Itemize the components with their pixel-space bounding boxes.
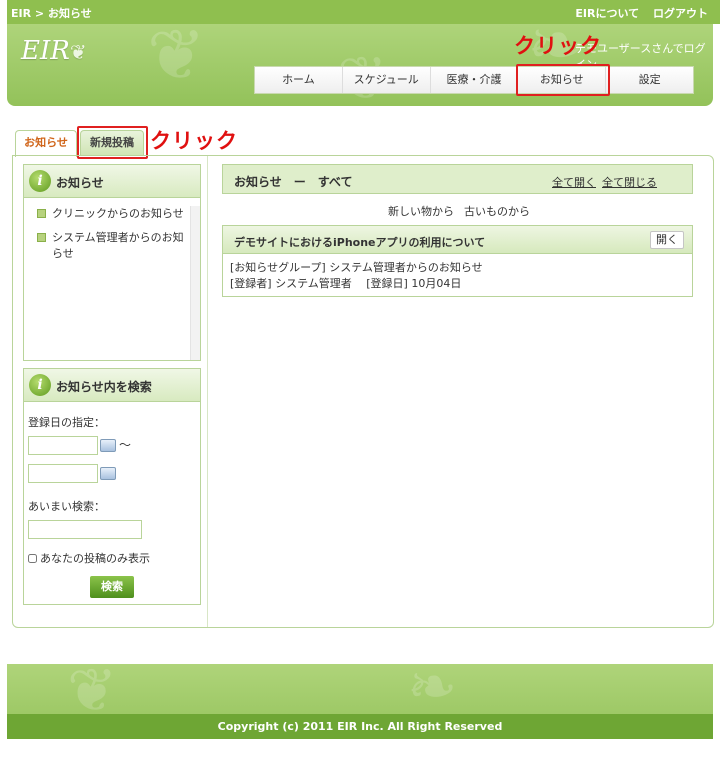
main-nav: ホーム スケジュール 医療・介護 お知らせ 設定 <box>254 66 694 94</box>
fuzzy-search-label: あいまい検索： <box>28 500 105 513</box>
box-title: お知らせ内を検索 <box>56 380 152 394</box>
date-from-row: 〜 <box>28 436 200 458</box>
nav-schedule[interactable]: スケジュール <box>342 67 431 93</box>
sidebar: i お知らせ クリニックからのお知らせ システム管理者からのお知らせ i お知ら… <box>13 156 208 627</box>
notice-body: [お知らせグループ] システム管理者からのお知らせ [登録者] システム管理者 … <box>223 254 692 292</box>
notice-meta: [登録者] システム管理者 [登録日] 10月04日 <box>230 277 462 290</box>
vine-decoration: ❦ <box>147 24 206 96</box>
collapse-all-link[interactable]: 全て閉じる <box>602 174 657 190</box>
date-to-row <box>28 464 200 486</box>
date-label: 登録日の指定： <box>28 416 105 429</box>
sort-newest[interactable]: 新しい物から <box>388 203 454 219</box>
box-title: お知らせ <box>56 176 104 190</box>
breadcrumb: EIR > お知らせ <box>11 7 92 20</box>
nav-medical-care[interactable]: 医療・介護 <box>430 67 519 93</box>
date-to-input[interactable] <box>28 464 98 483</box>
site-footer: ❦ ❧ Copyright (c) 2011 EIR Inc. All Righ… <box>7 664 713 739</box>
own-posts-label: あなたの投稿のみ表示 <box>40 552 150 565</box>
list-item-label: システム管理者からのお知らせ <box>52 231 184 260</box>
date-from-input[interactable] <box>28 436 98 455</box>
box-header: i お知らせ内を検索 <box>24 369 200 402</box>
nav-settings[interactable]: 設定 <box>606 67 693 93</box>
page-title: お知らせ ー すべて <box>234 175 353 189</box>
highlight-box-nav <box>516 64 610 96</box>
list-item[interactable]: クリニックからのお知らせ <box>24 206 200 222</box>
open-button[interactable]: 開く <box>650 231 684 249</box>
info-icon: i <box>29 170 51 192</box>
notice-header: デモサイトにおけるiPhoneアプリの利用について 開く <box>223 226 692 254</box>
top-bar: EIR > お知らせ EIRについて ログアウト <box>7 0 720 24</box>
logout-link[interactable]: ログアウト <box>653 7 708 20</box>
copyright: Copyright (c) 2011 EIR Inc. All Right Re… <box>7 714 713 739</box>
search-box: i お知らせ内を検索 登録日の指定： 〜 あいまい検索： あなたの投稿のみ表示 … <box>23 368 201 605</box>
logo-text: EIR <box>21 36 70 66</box>
box-header: i お知らせ <box>24 165 200 198</box>
notices-header: お知らせ ー すべて 全て開く 全て閉じる <box>222 164 693 194</box>
bullet-icon <box>37 209 46 218</box>
click-annotation-nav: クリック <box>514 34 602 58</box>
tab-notices[interactable]: お知らせ <box>15 130 77 157</box>
notice-group-list: クリニックからのお知らせ システム管理者からのお知らせ <box>24 206 200 360</box>
range-tilde: 〜 <box>119 438 132 452</box>
calendar-icon[interactable] <box>100 439 116 452</box>
about-link[interactable]: EIRについて <box>575 7 639 20</box>
notice-group: [お知らせグループ] システム管理者からのお知らせ <box>230 261 483 274</box>
site-logo[interactable]: EIR❦ <box>21 36 87 66</box>
own-posts-only[interactable]: あなたの投稿のみ表示 <box>28 550 200 566</box>
expand-all-link[interactable]: 全て開く <box>552 174 596 190</box>
calendar-icon[interactable] <box>100 467 116 480</box>
leaf-icon: ❦ <box>69 40 87 64</box>
notice-title[interactable]: デモサイトにおけるiPhoneアプリの利用について <box>234 234 485 250</box>
info-icon: i <box>29 374 51 396</box>
nav-home[interactable]: ホーム <box>255 67 343 93</box>
list-item-label: クリニックからのお知らせ <box>52 207 184 220</box>
scrollbar[interactable] <box>190 206 200 360</box>
notice-item: デモサイトにおけるiPhoneアプリの利用について 開く [お知らせグループ] … <box>222 225 693 297</box>
list-item[interactable]: システム管理者からのお知らせ <box>24 230 200 262</box>
click-annotation-new-post: クリック <box>150 129 238 153</box>
notice-groups-box: i お知らせ クリニックからのお知らせ システム管理者からのお知らせ <box>23 164 201 361</box>
fuzzy-search-input[interactable] <box>28 520 142 539</box>
search-button[interactable]: 検索 <box>90 576 134 598</box>
bullet-icon <box>37 233 46 242</box>
fuzzy-row <box>28 520 200 542</box>
own-posts-checkbox[interactable] <box>28 553 37 563</box>
sort-oldest[interactable]: 古いものから <box>464 203 530 219</box>
content-panel: i お知らせ クリニックからのお知らせ システム管理者からのお知らせ i お知ら… <box>12 155 714 628</box>
